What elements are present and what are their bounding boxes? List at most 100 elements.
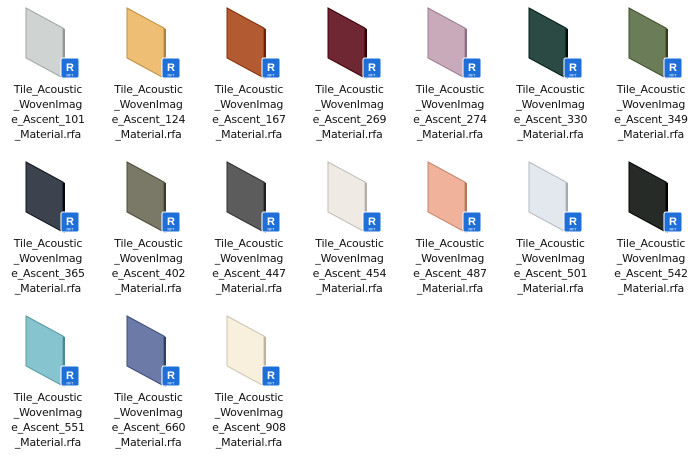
svg-text:RFT: RFT [469,228,477,232]
file-item[interactable]: R RFT Tile_Acoustic _WovenImag e_Ascent_55… [0,308,96,458]
file-name-label: Tile_Acoustic _WovenImag e_Ascent_542 _M… [614,237,688,295]
svg-text:RFT: RFT [670,228,678,232]
file-item[interactable]: R RFT Tile_Acoustic _WovenImag e_Ascent_40… [101,154,197,304]
file-name-label: Tile_Acoustic _WovenImag e_Ascent_908 _M… [212,391,286,449]
material-thumbnail: R RFT [627,6,683,80]
file-item[interactable]: R RFT Tile_Acoustic _WovenImag e_Ascent_26… [302,0,398,150]
svg-text:R: R [569,62,577,74]
material-swatch [25,315,64,387]
svg-text:R: R [468,216,476,228]
svg-text:R: R [167,370,175,382]
file-item[interactable]: R RFT Tile_Acoustic _WovenImag e_Ascent_36… [0,154,96,304]
svg-text:RFT: RFT [67,228,75,232]
svg-text:RFT: RFT [469,74,477,78]
file-name-label: Tile_Acoustic _WovenImag e_Ascent_349 _M… [614,83,688,141]
svg-text:RFT: RFT [67,382,75,386]
material-swatch [226,315,265,387]
material-thumbnail: R RFT [225,6,281,80]
material-swatch [327,7,365,79]
material-swatch [327,161,365,233]
revit-file-icon: RRFT [663,57,683,79]
svg-text:RFT: RFT [167,74,175,78]
revit-file-icon: RRFT [161,57,180,79]
svg-text:R: R [66,216,74,228]
svg-text:R: R [267,62,275,74]
file-item[interactable]: R RFT Tile_Acoustic _WovenImag e_Ascent_44… [201,154,297,304]
svg-text:R: R [368,216,376,228]
file-item[interactable]: R RFT Tile_Acoustic _WovenImag e_Ascent_10… [0,0,96,150]
file-item[interactable]: R RFT Tile_Acoustic _WovenImag e_Ascent_54… [603,154,688,304]
material-thumbnail: R RFT [24,6,80,80]
material-thumbnail: R RFT [326,160,382,234]
file-name-label: Tile_Acoustic _WovenImag e_Ascent_660 _M… [111,391,186,449]
svg-text:R: R [267,370,275,382]
file-item[interactable]: R RFT Tile_Acoustic _WovenImag e_Ascent_27… [402,0,498,150]
file-name-label: Tile_Acoustic _WovenImag e_Ascent_101 _M… [11,83,85,141]
file-item[interactable]: R RFT Tile_Acoustic _WovenImag e_Ascent_16… [201,0,297,150]
material-thumbnail: R RFT [527,6,583,80]
material-swatch [628,7,667,79]
revit-file-icon: RRFT [161,211,180,233]
svg-text:R: R [569,216,577,228]
file-name-label: Tile_Acoustic _WovenImag e_Ascent_124 _M… [111,83,186,141]
material-thumbnail: R RFT [24,314,80,388]
material-swatch [226,7,265,79]
material-thumbnail: R RFT [125,6,181,80]
revit-file-icon: RRFT [60,211,80,233]
svg-text:RFT: RFT [167,228,175,232]
revit-file-icon: RRFT [362,211,381,233]
file-name-label: Tile_Acoustic _WovenImag e_Ascent_447 _M… [212,237,286,295]
material-thumbnail: R RFT [125,314,181,388]
revit-file-icon: RRFT [161,365,180,387]
material-swatch [427,7,466,79]
material-thumbnail: R RFT [627,160,683,234]
material-swatch [427,161,466,233]
svg-text:RFT: RFT [268,74,276,78]
file-item[interactable]: R RFT Tile_Acoustic _WovenImag e_Ascent_12… [101,0,197,150]
material-thumbnail: R RFT [326,6,382,80]
material-thumbnail: R RFT [225,160,281,234]
svg-text:R: R [669,62,677,74]
file-name-label: Tile_Acoustic _WovenImag e_Ascent_551 _M… [11,391,85,449]
revit-file-icon: RRFT [60,365,80,387]
file-name-label: Tile_Acoustic _WovenImag e_Ascent_269 _M… [312,83,387,141]
svg-text:RFT: RFT [569,228,577,232]
svg-text:RFT: RFT [368,228,376,232]
svg-text:R: R [167,216,175,228]
material-swatch [628,161,667,233]
file-item[interactable]: R RFT Tile_Acoustic _WovenImag e_Ascent_48… [402,154,498,304]
material-thumbnail: R RFT [426,160,482,234]
revit-file-icon: RRFT [563,211,582,233]
file-item[interactable]: R RFT Tile_Acoustic _WovenImag e_Ascent_50… [503,154,599,304]
material-thumbnail: R RFT [426,6,482,80]
file-item[interactable]: R RFT Tile_Acoustic _WovenImag e_Ascent_45… [302,154,398,304]
material-swatch [126,315,164,387]
file-item[interactable]: R RFT Tile_Acoustic _WovenImag e_Ascent_33… [503,0,599,150]
revit-file-icon: RRFT [663,211,683,233]
svg-text:R: R [66,370,74,382]
svg-text:RFT: RFT [67,74,75,78]
revit-file-icon: RRFT [261,211,281,233]
svg-text:RFT: RFT [670,74,678,78]
material-thumbnail: R RFT [24,160,80,234]
material-thumbnail: R RFT [125,160,181,234]
file-name-label: Tile_Acoustic _WovenImag e_Ascent_454 _M… [312,237,387,295]
revit-file-icon: RRFT [462,211,482,233]
file-item[interactable]: R RFT Tile_Acoustic _WovenImag e_Ascent_34… [603,0,688,150]
svg-text:R: R [267,216,275,228]
svg-text:R: R [368,62,376,74]
svg-text:RFT: RFT [268,382,276,386]
material-swatch [528,161,566,233]
svg-text:R: R [669,216,677,228]
svg-text:R: R [468,62,476,74]
file-name-label: Tile_Acoustic _WovenImag e_Ascent_167 _M… [212,83,286,141]
file-item[interactable]: R RFT Tile_Acoustic _WovenImag e_Ascent_90… [201,308,297,458]
revit-file-icon: RRFT [362,57,381,79]
file-name-label: Tile_Acoustic _WovenImag e_Ascent_501 _M… [513,237,588,295]
svg-text:RFT: RFT [167,382,175,386]
file-name-label: Tile_Acoustic _WovenImag e_Ascent_487 _M… [413,237,487,295]
file-name-label: Tile_Acoustic _WovenImag e_Ascent_274 _M… [413,83,487,141]
material-thumbnail: R RFT [225,314,281,388]
revit-file-icon: RRFT [60,57,80,79]
file-item[interactable]: R RFT Tile_Acoustic _WovenImag e_Ascent_66… [101,308,197,458]
